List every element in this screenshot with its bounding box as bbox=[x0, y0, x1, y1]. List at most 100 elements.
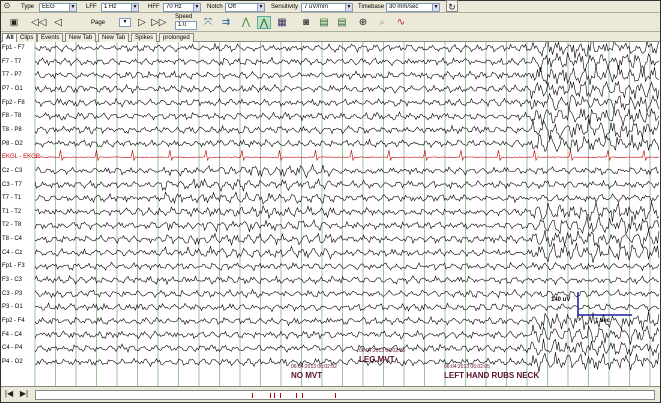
channel-label[interactable]: P8 - O2 bbox=[2, 141, 23, 148]
timebase-select[interactable]: 30 mm/sec ▼ bbox=[386, 3, 440, 12]
page-dropdown[interactable]: ▼ bbox=[119, 18, 131, 27]
first-page-icon[interactable]: |◀ bbox=[3, 388, 15, 400]
chevron-down-icon: ▼ bbox=[193, 4, 200, 11]
channel-label[interactable]: Fp1 - F7 bbox=[2, 45, 25, 52]
eeg-trace bbox=[34, 163, 660, 179]
record-icon[interactable]: ▣ bbox=[7, 16, 21, 29]
channel-label[interactable]: EKGL - EKGR bbox=[2, 154, 40, 161]
eeg-traces bbox=[34, 42, 660, 386]
channel-label[interactable]: T8 - C4 bbox=[2, 236, 22, 243]
tab-spikes[interactable]: Spikes bbox=[131, 33, 158, 42]
speed-input[interactable]: 1.0 bbox=[175, 21, 197, 30]
tab-events[interactable]: Events bbox=[37, 33, 64, 42]
channel-label[interactable]: F3 - C3 bbox=[2, 277, 22, 284]
channel-label[interactable]: P4 - O2 bbox=[2, 359, 23, 366]
camera-icon[interactable]: ◙ bbox=[299, 16, 313, 29]
event-marker[interactable] bbox=[274, 393, 275, 398]
fast-forward-icon[interactable]: ▷▷ bbox=[151, 16, 166, 29]
calibration-scale-bar bbox=[577, 292, 632, 316]
annotation-text[interactable]: NO MVT bbox=[291, 371, 322, 380]
eeg-trace bbox=[34, 338, 660, 357]
channel-label[interactable]: C3 - T7 bbox=[2, 182, 22, 189]
eeg-trace bbox=[34, 352, 660, 372]
channel-label[interactable]: F7 - T7 bbox=[2, 59, 21, 66]
event-marker[interactable] bbox=[335, 393, 336, 398]
chevron-down-icon: ▼ bbox=[131, 4, 138, 11]
eeg-trace bbox=[34, 64, 660, 85]
refresh-icon[interactable]: ↻ bbox=[446, 0, 458, 12]
ekg-trace bbox=[34, 150, 660, 162]
channel-label[interactable]: C4 - Cz bbox=[2, 250, 22, 257]
spike-detect-icon[interactable]: ⋀ bbox=[257, 16, 271, 29]
sensitivity-select[interactable]: 7 uV/mm ▼ bbox=[301, 3, 353, 12]
channel-label[interactable]: C3 - P3 bbox=[2, 291, 22, 298]
chevron-down-icon: ▼ bbox=[257, 4, 264, 11]
measure-icon[interactable]: ∿ bbox=[394, 16, 408, 29]
chevron-down-icon: ▼ bbox=[345, 4, 352, 11]
filter-icon[interactable]: ⇉ bbox=[219, 16, 233, 29]
montage-icon[interactable]: ⤧ bbox=[201, 16, 215, 29]
event-marker[interactable] bbox=[252, 393, 253, 398]
grid-icon[interactable]: ▦ bbox=[275, 16, 289, 29]
channel-label[interactable]: T8 - P8 bbox=[2, 127, 22, 134]
annotation-time: 06:04:2013 06:02:05 bbox=[444, 364, 490, 370]
channel-label[interactable]: F8 - T8 bbox=[2, 113, 21, 120]
step-forward-icon[interactable]: ▷ bbox=[135, 16, 149, 29]
video-icon[interactable]: ▤ bbox=[317, 16, 331, 29]
chevron-down-icon: ▼ bbox=[122, 19, 128, 25]
annotation-text[interactable]: LEFT HAND RUBS NECK bbox=[444, 371, 539, 380]
time-scale-label: 1 sec bbox=[595, 318, 611, 324]
channel-label[interactable]: Fp1 - F3 bbox=[2, 263, 25, 270]
eeg-trace bbox=[34, 311, 660, 331]
event-marker[interactable] bbox=[280, 393, 281, 398]
tab-new-tab-2[interactable]: New Tab bbox=[98, 33, 130, 42]
settings-toolbar: ⊙ Type EEG ▼ LFF 1 Hz ▼ HFF 70 Hz ▼ Notch O… bbox=[1, 0, 660, 13]
export-icon[interactable]: ▤ bbox=[335, 16, 349, 29]
channel-label[interactable]: F4 - C4 bbox=[2, 332, 22, 339]
channel-label[interactable]: P3 - O1 bbox=[2, 304, 23, 311]
channel-label[interactable]: P7 - O1 bbox=[2, 86, 23, 93]
app-menu-icon[interactable]: ⊙ bbox=[2, 0, 12, 12]
channel-label[interactable]: T7 - T1 bbox=[2, 195, 21, 202]
zoom-icon[interactable]: ⊕ bbox=[356, 16, 370, 29]
eeg-trace bbox=[34, 202, 660, 222]
tab-new-tab-1[interactable]: New Tab bbox=[65, 33, 97, 42]
channel-label[interactable]: T7 - P7 bbox=[2, 72, 22, 79]
eeg-trace bbox=[34, 261, 660, 272]
annotation-text[interactable]: LEG MVT bbox=[359, 355, 395, 364]
eeg-viewer-window: ⊙ Type EEG ▼ LFF 1 Hz ▼ HFF 70 Hz ▼ Notch O… bbox=[0, 0, 661, 403]
eeg-trace bbox=[34, 191, 660, 205]
tab-prolonged[interactable]: prolonged bbox=[159, 33, 194, 42]
timeline-scrollbar[interactable] bbox=[35, 390, 655, 400]
waveform-icon[interactable]: ⋀ bbox=[239, 16, 253, 29]
type-select[interactable]: EEG ▼ bbox=[39, 3, 77, 12]
event-marker[interactable] bbox=[270, 393, 271, 398]
rewind-icon[interactable]: ◁◁ bbox=[31, 16, 46, 29]
last-page-icon[interactable]: ▶| bbox=[18, 388, 30, 400]
timeline-bar: |◀ ▶| bbox=[1, 386, 660, 402]
eeg-trace-area[interactable]: Fp1 - F7 F7 - T7 T7 - P7 P7 - O1 Fp2 - F8 F8 … bbox=[1, 42, 660, 386]
eeg-trace bbox=[34, 119, 660, 140]
annotation-time: 06:04:2013 06:02:03 bbox=[359, 348, 405, 354]
tab-clips[interactable]: Clips bbox=[16, 33, 38, 42]
notch-select[interactable]: Off ▼ bbox=[225, 3, 265, 12]
step-back-icon[interactable]: ◁ bbox=[51, 16, 65, 29]
eeg-trace bbox=[34, 80, 660, 100]
channel-label[interactable]: Cz - C3 bbox=[2, 168, 22, 175]
channel-label[interactable]: Fp2 - F4 bbox=[2, 318, 25, 325]
channel-label[interactable]: T1 - T2 bbox=[2, 209, 21, 216]
hff-select[interactable]: 70 Hz ▼ bbox=[163, 3, 201, 12]
chevron-down-icon: ▼ bbox=[69, 4, 76, 11]
channel-label[interactable]: Fp2 - F8 bbox=[2, 100, 25, 107]
event-marker[interactable] bbox=[296, 393, 297, 398]
search-icon[interactable]: ⌕ bbox=[375, 16, 389, 29]
type-label: Type bbox=[21, 4, 35, 10]
notch-label: Notch bbox=[207, 4, 223, 10]
amplitude-scale-label: 140 uV bbox=[551, 297, 571, 303]
eeg-trace bbox=[34, 324, 660, 345]
event-marker[interactable] bbox=[302, 393, 303, 398]
channel-label[interactable]: C4 - P4 bbox=[2, 345, 22, 352]
eeg-trace bbox=[34, 42, 659, 59]
lff-select[interactable]: 1 Hz ▼ bbox=[101, 3, 139, 12]
channel-label[interactable]: T2 - T8 bbox=[2, 222, 21, 229]
